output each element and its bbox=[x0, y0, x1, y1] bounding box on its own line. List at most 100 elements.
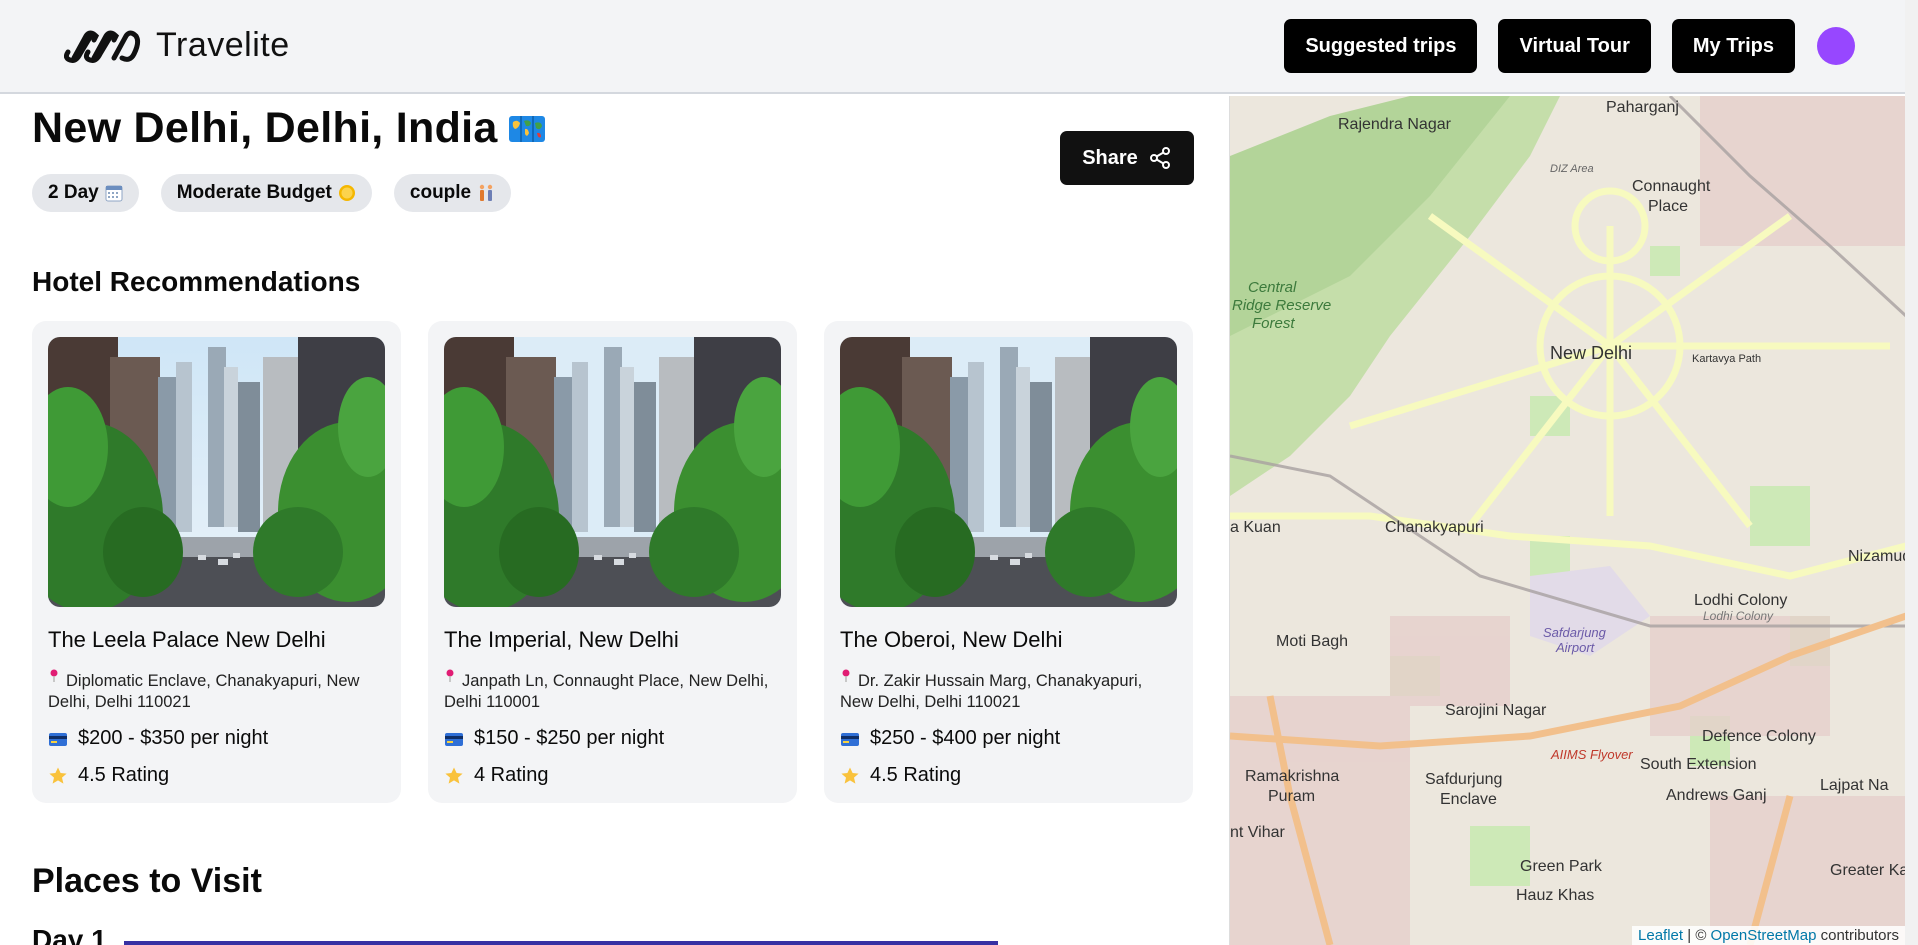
svg-text:Greater Ka: Greater Ka bbox=[1830, 862, 1905, 879]
hotel-price: $250 - $400 per night bbox=[840, 727, 1177, 750]
hotel-name: The Oberoi, New Delhi bbox=[840, 627, 1063, 652]
pin-icon bbox=[50, 669, 58, 682]
svg-text:Safdarjung: Safdarjung bbox=[1543, 625, 1607, 640]
hotel-rating: 4.5 Rating bbox=[48, 764, 385, 787]
page-scrollbar[interactable] bbox=[1905, 0, 1918, 945]
my-trips-button[interactable]: My Trips bbox=[1671, 19, 1795, 73]
attribution-tail: contributors bbox=[1820, 927, 1899, 944]
couple-icon bbox=[479, 184, 493, 201]
svg-text:Safdurjung: Safdurjung bbox=[1425, 771, 1502, 788]
credit-card-icon bbox=[841, 732, 859, 746]
hotel-image bbox=[48, 337, 385, 607]
svg-text:Lajpat Na: Lajpat Na bbox=[1820, 777, 1889, 794]
svg-text:Airport: Airport bbox=[1555, 640, 1596, 655]
nav-menu: Suggested trips Virtual Tour My Trips bbox=[1263, 19, 1905, 73]
svg-text:Lodhi Colony: Lodhi Colony bbox=[1703, 609, 1774, 623]
travelers-chip-label: couple bbox=[409, 182, 472, 203]
osm-link[interactable]: OpenStreetMap bbox=[1711, 927, 1817, 944]
svg-text:Sarojini Nagar: Sarojini Nagar bbox=[1445, 702, 1547, 719]
map-view[interactable]: Rajendra Nagar Paharganj Connaught Place… bbox=[1229, 96, 1905, 945]
user-avatar[interactable] bbox=[1817, 27, 1855, 65]
svg-text:Ridge Reserve: Ridge Reserve bbox=[1232, 297, 1331, 314]
hotel-card[interactable]: The Oberoi, New Delhi Dr. Zakir Hussain … bbox=[824, 321, 1193, 803]
budget-chip: Moderate Budget bbox=[160, 174, 372, 212]
svg-text:Connaught: Connaught bbox=[1632, 178, 1711, 195]
hotel-rating-text: 4.5 Rating bbox=[78, 764, 170, 786]
hotel-rating-text: 4.5 Rating bbox=[870, 764, 962, 786]
leaflet-link[interactable]: Leaflet bbox=[1638, 927, 1683, 944]
svg-text:a Kuan: a Kuan bbox=[1230, 519, 1281, 536]
places-to-visit-heading: Places to Visit bbox=[32, 862, 262, 900]
svg-text:nt Vihar: nt Vihar bbox=[1230, 824, 1286, 841]
svg-text:Kartavya Path: Kartavya Path bbox=[1692, 353, 1761, 365]
svg-text:Lodhi Colony: Lodhi Colony bbox=[1694, 592, 1787, 609]
hotel-address-text: Dr. Zakir Hussain Marg, Chanakyapuri, Ne… bbox=[840, 672, 1143, 711]
day-divider bbox=[124, 941, 998, 945]
trip-details: New Delhi, Delhi, India Share 2 Day Mode… bbox=[0, 96, 1228, 945]
svg-text:Andrews Ganj: Andrews Ganj bbox=[1666, 787, 1767, 804]
svg-text:Forest: Forest bbox=[1252, 315, 1295, 332]
hotel-price-text: $250 - $400 per night bbox=[870, 727, 1061, 749]
svg-text:Moti Bagh: Moti Bagh bbox=[1276, 633, 1348, 650]
svg-text:Hauz Khas: Hauz Khas bbox=[1516, 887, 1594, 904]
share-label: Share bbox=[1082, 146, 1138, 169]
credit-card-icon bbox=[49, 732, 67, 746]
hotel-image bbox=[840, 337, 1177, 607]
svg-text:DIZ Area: DIZ Area bbox=[1550, 163, 1594, 175]
virtual-tour-button[interactable]: Virtual Tour bbox=[1498, 19, 1651, 73]
hotel-list: The Leela Palace New Delhi Diplomatic En… bbox=[32, 321, 1193, 803]
hotel-address-text: Diplomatic Enclave, Chanakyapuri, New De… bbox=[48, 672, 360, 711]
calendar-icon bbox=[105, 185, 123, 202]
svg-text:Rajendra Nagar: Rajendra Nagar bbox=[1338, 116, 1452, 133]
svg-text:Paharganj: Paharganj bbox=[1606, 99, 1679, 116]
top-navbar: Travelite Suggested trips Virtual Tour M… bbox=[0, 0, 1905, 94]
days-chip-label: 2 Day bbox=[48, 182, 99, 203]
logo[interactable]: Travelite bbox=[64, 26, 290, 65]
hotel-rating-text: 4 Rating bbox=[474, 764, 549, 786]
day-label: Day 1 bbox=[32, 924, 107, 945]
svg-text:Enclave: Enclave bbox=[1440, 791, 1497, 808]
coin-icon bbox=[338, 185, 355, 201]
trip-chips: 2 Day Moderate Budget couple bbox=[32, 174, 512, 212]
world-map-icon bbox=[508, 115, 545, 142]
hotel-rating: 4.5 Rating bbox=[840, 764, 1177, 787]
svg-text:Place: Place bbox=[1648, 198, 1688, 215]
infinity-logo-icon bbox=[64, 30, 141, 63]
travelers-chip: couple bbox=[393, 174, 512, 212]
svg-text:New Delhi: New Delhi bbox=[1550, 343, 1632, 363]
credit-card-icon bbox=[445, 732, 463, 746]
map-tiles[interactable]: Rajendra Nagar Paharganj Connaught Place… bbox=[1230, 96, 1905, 945]
share-button[interactable]: Share bbox=[1060, 131, 1194, 185]
pin-icon bbox=[842, 669, 850, 682]
hotel-card[interactable]: The Leela Palace New Delhi Diplomatic En… bbox=[32, 321, 401, 803]
svg-text:Central: Central bbox=[1248, 279, 1297, 296]
map-attribution: Leaflet | © OpenStreetMap contributors bbox=[1632, 926, 1905, 945]
hotel-rating: 4 Rating bbox=[444, 764, 781, 787]
hotel-card[interactable]: The Imperial, New Delhi Janpath Ln, Conn… bbox=[428, 321, 797, 803]
star-icon bbox=[841, 767, 859, 784]
days-chip: 2 Day bbox=[32, 174, 139, 212]
svg-text:Nizamuddi: Nizamuddi bbox=[1848, 548, 1905, 565]
svg-text:AIIMS Flyover: AIIMS Flyover bbox=[1550, 747, 1633, 762]
budget-chip-label: Moderate Budget bbox=[176, 182, 332, 203]
hotel-address-text: Janpath Ln, Connaught Place, New Delhi, … bbox=[444, 672, 769, 711]
suggested-trips-button[interactable]: Suggested trips bbox=[1284, 19, 1478, 73]
attribution-separator: | © bbox=[1687, 927, 1707, 944]
hotel-name: The Imperial, New Delhi bbox=[444, 627, 679, 652]
svg-text:Ramakrishna: Ramakrishna bbox=[1245, 768, 1339, 785]
hotel-address: Dr. Zakir Hussain Marg, Chanakyapuri, Ne… bbox=[840, 669, 1177, 713]
star-icon bbox=[445, 767, 463, 784]
share-icon bbox=[1149, 147, 1170, 169]
svg-text:South Extension: South Extension bbox=[1640, 756, 1757, 773]
hotel-price-text: $200 - $350 per night bbox=[78, 727, 269, 749]
star-icon bbox=[49, 767, 67, 784]
svg-text:Puram: Puram bbox=[1268, 788, 1315, 805]
hotel-image bbox=[444, 337, 781, 607]
hotel-address: Diplomatic Enclave, Chanakyapuri, New De… bbox=[48, 669, 385, 713]
destination-title: New Delhi, Delhi, India bbox=[32, 104, 498, 152]
svg-text:Chanakyapuri: Chanakyapuri bbox=[1385, 519, 1484, 536]
page-title: New Delhi, Delhi, India bbox=[32, 104, 546, 153]
hotel-price: $200 - $350 per night bbox=[48, 727, 385, 750]
svg-text:Green Park: Green Park bbox=[1520, 858, 1603, 875]
hotel-price-text: $150 - $250 per night bbox=[474, 727, 665, 749]
